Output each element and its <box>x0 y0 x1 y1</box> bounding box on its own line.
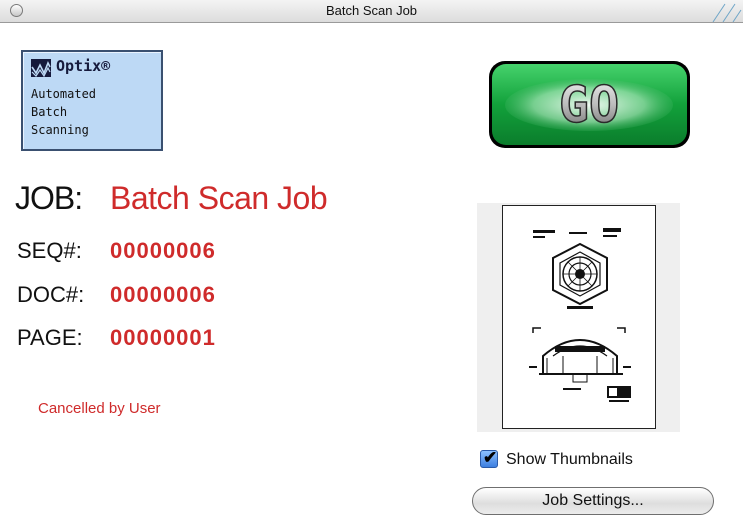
logo-line-3: Scanning <box>31 123 89 137</box>
logo-brand: Optix® <box>56 57 111 75</box>
status-message: Cancelled by User <box>38 400 161 417</box>
logo-line-1: Automated <box>31 87 97 101</box>
seq-label: SEQ#: <box>17 238 82 263</box>
go-button-label: GO <box>559 76 619 134</box>
page-value: 00000001 <box>110 325 216 350</box>
thumbnail-page <box>502 205 656 429</box>
show-thumbnails-label: Show Thumbnails <box>506 451 633 468</box>
seq-value: 00000006 <box>110 238 216 263</box>
logo-line-2: Batch <box>31 105 68 119</box>
job-settings-button[interactable]: Job Settings... <box>472 487 714 515</box>
doc-label: DOC#: <box>17 282 85 307</box>
checkmark-icon: ✔ <box>483 448 498 467</box>
optix-logo-icon <box>31 59 51 77</box>
technical-drawing-image <box>529 228 631 402</box>
checkbox-box[interactable]: ✔ <box>480 448 498 468</box>
page-label: PAGE: <box>17 325 83 350</box>
doc-value: 00000006 <box>110 282 216 307</box>
window-edge-decoration <box>712 3 742 22</box>
go-button[interactable]: GO <box>488 60 691 149</box>
window-title: Batch Scan Job <box>325 3 418 18</box>
title-bar: Batch Scan Job <box>0 0 743 23</box>
job-label: JOB: <box>15 180 83 216</box>
thumbnail-preview <box>477 203 680 432</box>
optix-logo: Optix® Automated Batch Scanning <box>21 50 163 151</box>
job-name-value: Batch Scan Job <box>110 180 328 216</box>
